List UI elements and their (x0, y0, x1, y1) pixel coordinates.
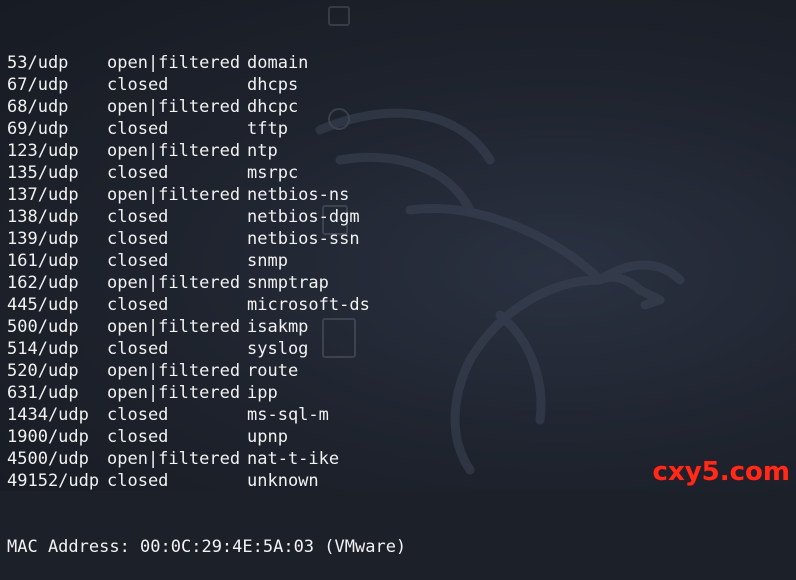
state-cell: closed (107, 75, 169, 95)
port-cell: 631/udp (7, 383, 79, 403)
state-cell: open|filtered (107, 383, 241, 403)
state-cell: closed (107, 229, 169, 249)
port-cell: 445/udp (7, 295, 79, 315)
port-cell: 123/udp (7, 141, 79, 161)
port-row: 161/udp closed snmp (7, 250, 406, 272)
port-cell: 53/udp (7, 53, 69, 73)
port-row: 139/udp closed netbios-ssn (7, 228, 406, 250)
state-cell: open|filtered (107, 317, 241, 337)
port-row: 1900/udp closed upnp (7, 426, 406, 448)
port-cell: 1434/udp (7, 405, 89, 425)
port-row: 520/udp open|filtered route (7, 360, 406, 382)
port-table: 53/udp open|filtered domain 67/udp closed dhc… (7, 52, 406, 492)
service-cell: snmptrap (247, 273, 329, 293)
port-row: 123/udp open|filtered ntp (7, 140, 406, 162)
service-cell: tftp (247, 119, 288, 139)
port-row: 135/udp closed msrpc (7, 162, 406, 184)
port-row: 69/udp closed tftp (7, 118, 406, 140)
port-cell: 69/udp (7, 119, 69, 139)
service-cell: dhcps (247, 75, 299, 95)
service-cell: microsoft-ds (247, 295, 370, 315)
mac-address-line: MAC Address: 00:0C:29:4E:5A:03 (VMware) (7, 537, 407, 557)
port-cell: 49152/udp (7, 471, 100, 491)
service-cell: snmp (247, 251, 288, 271)
service-cell: route (247, 361, 299, 381)
port-cell: 137/udp (7, 185, 79, 205)
port-row: 514/udp closed syslog (7, 338, 406, 360)
port-row: 67/udp closed dhcps (7, 74, 406, 96)
state-cell: closed (107, 251, 169, 271)
port-row: 49152/udp closed unknown (7, 470, 406, 492)
state-cell: closed (107, 119, 169, 139)
port-row: 162/udp open|filtered snmptrap (7, 272, 406, 294)
port-cell: 162/udp (7, 273, 79, 293)
port-row: 500/udp open|filtered isakmp (7, 316, 406, 338)
port-cell: 520/udp (7, 361, 79, 381)
service-cell: dhcpc (247, 97, 299, 117)
service-cell: unknown (247, 471, 319, 491)
service-cell: upnp (247, 427, 288, 447)
port-cell: 514/udp (7, 339, 79, 359)
state-cell: closed (107, 427, 169, 447)
state-cell: open|filtered (107, 53, 241, 73)
terminal-output: 53/udp open|filtered domain 67/udp closed dhc… (7, 8, 406, 580)
port-cell: 68/udp (7, 97, 69, 117)
state-cell: open|filtered (107, 449, 241, 469)
service-cell: ntp (247, 141, 278, 161)
port-cell: 500/udp (7, 317, 79, 337)
port-cell: 1900/udp (7, 427, 89, 447)
state-cell: open|filtered (107, 361, 241, 381)
state-cell: open|filtered (107, 141, 241, 161)
service-cell: domain (247, 53, 309, 73)
service-cell: ms-sql-m (247, 405, 329, 425)
service-cell: netbios-ns (247, 185, 350, 205)
port-cell: 138/udp (7, 207, 79, 227)
service-cell: netbios-ssn (247, 229, 360, 249)
port-cell: 135/udp (7, 163, 79, 183)
service-cell: netbios-dgm (247, 207, 360, 227)
service-cell: ipp (247, 383, 278, 403)
port-cell: 161/udp (7, 251, 79, 271)
state-cell: closed (107, 163, 169, 183)
state-cell: open|filtered (107, 97, 241, 117)
state-cell: closed (107, 471, 169, 491)
state-cell: closed (107, 405, 169, 425)
state-cell: closed (107, 339, 169, 359)
port-row: 4500/udp open|filtered nat-t-ike (7, 448, 406, 470)
port-row: 68/udp open|filtered dhcpc (7, 96, 406, 118)
port-row: 138/udp closed netbios-dgm (7, 206, 406, 228)
watermark-logo: cxy5.com (652, 457, 790, 487)
port-cell: 139/udp (7, 229, 79, 249)
state-cell: open|filtered (107, 273, 241, 293)
state-cell: open|filtered (107, 185, 241, 205)
port-row: 1434/udp closed ms-sql-m (7, 404, 406, 426)
state-cell: closed (107, 295, 169, 315)
service-cell: isakmp (247, 317, 309, 337)
port-row: 137/udp open|filtered netbios-ns (7, 184, 406, 206)
port-row: 631/udp open|filtered ipp (7, 382, 406, 404)
service-cell: msrpc (247, 163, 299, 183)
port-cell: 67/udp (7, 75, 69, 95)
port-cell: 4500/udp (7, 449, 89, 469)
state-cell: closed (107, 207, 169, 227)
service-cell: syslog (247, 339, 309, 359)
port-row: 53/udp open|filtered domain (7, 52, 406, 74)
port-row: 445/udp closed microsoft-ds (7, 294, 406, 316)
service-cell: nat-t-ike (247, 449, 340, 469)
